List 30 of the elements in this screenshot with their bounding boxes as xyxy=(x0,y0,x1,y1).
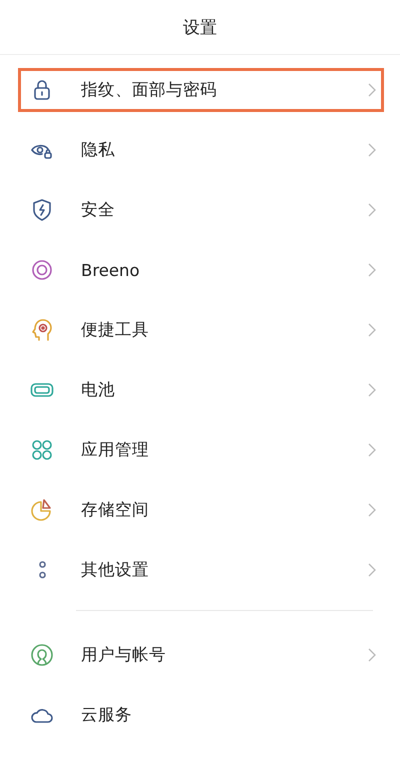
item-label: 隐私 xyxy=(81,139,116,161)
grid-icon xyxy=(30,438,54,462)
item-label: 指纹、面部与密码 xyxy=(81,79,218,101)
dots-icon xyxy=(38,561,46,579)
item-label: 存储空间 xyxy=(81,499,150,521)
head-icon xyxy=(30,318,54,342)
settings-item[interactable]: 隐私 xyxy=(18,128,384,172)
settings-item[interactable]: 用户与帐号 xyxy=(18,633,384,677)
item-label: 便捷工具 xyxy=(81,319,150,341)
settings-item[interactable]: 便捷工具 xyxy=(18,308,384,352)
pie-icon xyxy=(30,498,54,522)
shield-icon xyxy=(30,198,54,222)
item-label: 云服务 xyxy=(81,704,133,726)
page-title: 设置 xyxy=(183,16,217,38)
settings-item[interactable]: 存储空间 xyxy=(18,488,384,532)
settings-item[interactable]: 电池 xyxy=(18,368,384,412)
item-label: Breeno xyxy=(81,260,141,280)
settings-item[interactable]: 云服务 xyxy=(18,693,384,737)
settings-item[interactable]: Breeno xyxy=(18,248,384,292)
item-label: 其他设置 xyxy=(81,559,150,581)
settings-item[interactable]: 安全 xyxy=(18,188,384,232)
settings-item[interactable]: 指纹、面部与密码 xyxy=(18,68,384,112)
settings-item[interactable]: 应用管理 xyxy=(18,428,384,472)
settings-item[interactable]: 其他设置 xyxy=(18,548,384,592)
user-icon xyxy=(30,643,54,667)
item-label: 安全 xyxy=(81,199,116,221)
item-label: 应用管理 xyxy=(81,439,150,461)
item-label: 电池 xyxy=(81,379,116,401)
ring-icon xyxy=(30,258,54,282)
item-label: 用户与帐号 xyxy=(81,644,167,666)
